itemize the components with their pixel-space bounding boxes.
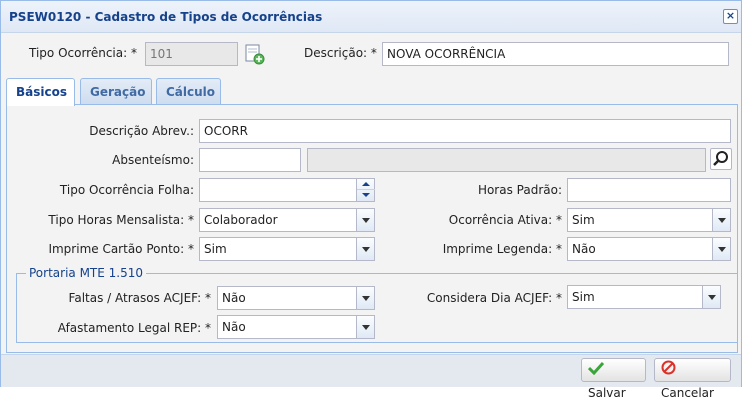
ocorrencia-ativa-value: Sim [572,213,595,227]
chevron-down-icon[interactable] [702,286,720,308]
cancel-button[interactable]: Cancelar [654,358,731,400]
imprime-cartao-value: Sim [204,242,227,256]
check-icon [587,360,605,382]
chevron-down-icon[interactable] [356,209,374,231]
imprime-legenda-select[interactable]: Não [567,237,731,261]
faltas-select[interactable]: Não [217,286,375,310]
imprime-cartao-label: Imprime Cartão Ponto: * [48,242,194,256]
close-icon[interactable]: × [723,9,738,24]
considera-value: Sim [572,290,595,304]
faltas-value: Não [222,291,246,305]
imprime-cartao-select[interactable]: Sim [199,237,375,261]
title-bar[interactable]: PSEW0120 - Cadastro de Tipos de Ocorrênc… [1,1,741,33]
faltas-label: Faltas / Atrasos ACJEF: * [68,291,211,305]
dialog-window: PSEW0120 - Cadastro de Tipos de Ocorrênc… [0,0,742,400]
tab-calculo[interactable]: Cálculo [156,78,221,105]
desc-abrev-field[interactable]: OCORR [199,119,731,143]
imprime-legenda-label: Imprime Legenda: * [442,242,562,256]
tab-strip: Básicos Geração Cálculo [6,78,738,106]
tipo-folha-spinner[interactable] [199,178,375,202]
new-record-icon[interactable] [243,43,265,65]
imprime-legenda-value: Não [572,242,596,256]
ocorrencia-ativa-label: Ocorrência Ativa: * [448,213,562,227]
chevron-down-icon[interactable] [356,287,374,309]
afastamento-select[interactable]: Não [217,315,375,339]
ocorrencia-ativa-select[interactable]: Sim [567,208,731,232]
portaria-legend: Portaria MTE 1.510 [26,266,147,280]
cancel-label: Cancelar [661,385,714,400]
tipo-ocorrencia-field[interactable]: 101 [145,42,238,66]
window-title: PSEW0120 - Cadastro de Tipos de Ocorrênc… [9,10,323,24]
absenteismo-desc-field [307,148,706,172]
horas-padrao-label: Horas Padrão: [477,183,562,197]
chevron-down-icon[interactable] [712,238,730,260]
save-label: Salvar [588,385,626,400]
afastamento-value: Não [222,320,246,334]
save-button[interactable]: Salvar [581,358,646,400]
tipo-ocorrencia-label: Tipo Ocorrência: * [29,46,137,60]
absenteismo-label: Absenteísmo: [112,153,194,167]
horas-padrao-field[interactable] [567,178,731,202]
tab-geracao[interactable]: Geração [80,78,152,105]
tipo-horas-select[interactable]: Colaborador [199,208,375,232]
desc-abrev-label: Descrição Abrev.: [89,124,194,138]
absenteismo-code-field[interactable] [199,148,301,172]
chevron-down-icon[interactable] [712,209,730,231]
tipo-horas-label: Tipo Horas Mensalista: * [48,213,194,227]
tipo-horas-value: Colaborador [204,213,278,227]
chevron-down-icon[interactable] [356,316,374,338]
tipo-folha-label: Tipo Ocorrência Folha: [59,183,194,197]
considera-select[interactable]: Sim [567,285,721,309]
tab-basicos[interactable]: Básicos [6,78,75,106]
cancel-icon [661,360,676,382]
descricao-field[interactable]: NOVA OCORRÊNCIA [382,42,729,66]
descricao-label: Descrição: * [304,46,377,60]
considera-label: Considera Dia ACJEF: * [426,291,562,305]
search-icon[interactable] [710,148,732,170]
afastamento-label: Afastamento Legal REP: * [57,321,211,335]
chevron-down-icon[interactable] [356,238,374,260]
spinner-arrows-icon[interactable] [356,179,375,201]
